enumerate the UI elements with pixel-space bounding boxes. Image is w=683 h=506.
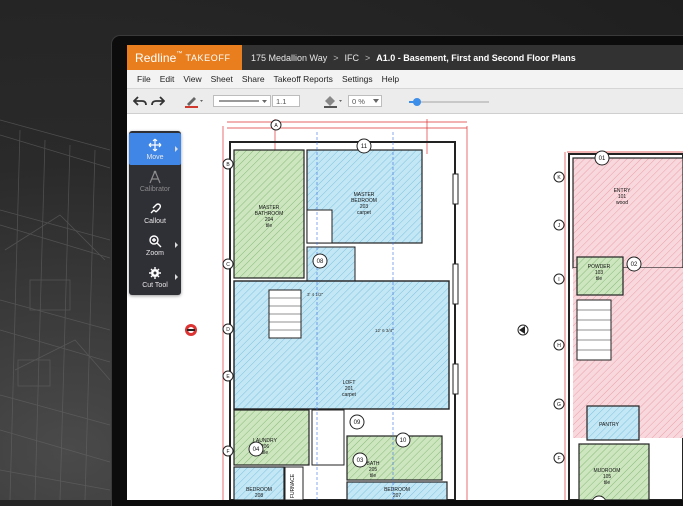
menu-takeoff-reports[interactable]: Takeoff Reports bbox=[274, 74, 333, 84]
pen-color-picker[interactable] bbox=[184, 94, 206, 108]
grid-bubble: G bbox=[557, 402, 561, 408]
room-tag: 09 bbox=[354, 420, 361, 426]
breadcrumb-separator: > bbox=[364, 52, 371, 63]
grid-bubble: F bbox=[226, 449, 229, 455]
menu-bar: File Edit View Sheet Share Takeoff Repor… bbox=[127, 70, 683, 89]
grid-bubble: C bbox=[226, 262, 230, 268]
room-tag: 03 bbox=[357, 458, 364, 464]
room-finish: carpet bbox=[342, 392, 357, 398]
menu-view[interactable]: View bbox=[183, 74, 201, 84]
menu-share[interactable]: Share bbox=[242, 74, 265, 84]
breadcrumb-sheet[interactable]: A1.0 - Basement, First and Second Floor … bbox=[376, 53, 576, 63]
room-finish: tile bbox=[370, 473, 377, 479]
menu-help[interactable]: Help bbox=[382, 74, 399, 84]
grid-bubble: H bbox=[557, 343, 561, 349]
room-finish: carpet bbox=[357, 210, 372, 216]
room-finish: tile bbox=[604, 480, 611, 486]
move-icon bbox=[148, 138, 162, 152]
room-tag: 01 bbox=[599, 156, 606, 162]
undo-icon[interactable] bbox=[133, 94, 147, 108]
tool-cut[interactable]: Cut Tool bbox=[129, 261, 181, 293]
tool-calibrator[interactable]: Calibrator bbox=[129, 165, 181, 197]
tool-palette: Move Calibrator Callout Zoom Cut Tool bbox=[129, 131, 181, 295]
tool-callout[interactable]: Callout bbox=[129, 197, 181, 229]
app-logo[interactable]: Redline ™ TAKEOFF bbox=[127, 45, 242, 70]
menu-edit[interactable]: Edit bbox=[160, 74, 175, 84]
toolbar: 1.1 0 % bbox=[127, 89, 683, 114]
dim-label: 12' 6 3/4" bbox=[375, 328, 394, 333]
breadcrumb: 175 Medallion Way > IFC > A1.0 - Basemen… bbox=[251, 45, 576, 70]
room-tag: 04 bbox=[253, 447, 260, 453]
section-marker[interactable] bbox=[185, 324, 197, 336]
tool-zoom[interactable]: Zoom bbox=[129, 229, 181, 261]
floor-plan-drawing: 3' 4 1/2" 12' 6 3/4" MASTER BATHROOM 204… bbox=[185, 119, 683, 500]
room-tag: 08 bbox=[317, 259, 324, 265]
callout-icon bbox=[150, 203, 162, 214]
breadcrumb-project[interactable]: 175 Medallion Way bbox=[251, 53, 327, 63]
grid-bubble: I bbox=[558, 277, 559, 283]
line-style-select[interactable] bbox=[213, 95, 271, 107]
room-number: 208 bbox=[255, 493, 264, 499]
drawing-canvas[interactable]: 3' 4 1/2" 12' 6 3/4" MASTER BATHROOM 204… bbox=[127, 114, 683, 500]
room-finish: tile bbox=[596, 276, 603, 282]
grid-bubble: F bbox=[557, 456, 560, 462]
room-finish: tile bbox=[266, 223, 273, 229]
dim-label: 3' 4 1/2" bbox=[307, 292, 324, 297]
room-loft[interactable] bbox=[233, 280, 450, 410]
fill-color-picker[interactable] bbox=[323, 94, 345, 108]
menu-settings[interactable]: Settings bbox=[342, 74, 373, 84]
breadcrumb-set[interactable]: IFC bbox=[344, 53, 359, 63]
title-bar: Redline ™ TAKEOFF 175 Medallion Way > IFC … bbox=[127, 45, 683, 70]
zoom-icon bbox=[149, 235, 162, 248]
room-tag: 02 bbox=[631, 262, 638, 268]
calibrator-icon bbox=[149, 170, 161, 184]
room-tag: 11 bbox=[361, 144, 368, 150]
fill-opacity-field[interactable]: 0 % bbox=[348, 95, 382, 107]
room-label: PANTRY bbox=[599, 422, 619, 428]
tool-move[interactable]: Move bbox=[129, 133, 181, 165]
menu-sheet[interactable]: Sheet bbox=[211, 74, 233, 84]
opacity-slider[interactable] bbox=[409, 98, 489, 106]
grid-bubble: D bbox=[226, 327, 230, 333]
redo-icon[interactable] bbox=[151, 94, 165, 108]
opacity-slider-handle[interactable] bbox=[413, 98, 421, 106]
menu-file[interactable]: File bbox=[137, 74, 151, 84]
room-finish: wood bbox=[616, 200, 628, 206]
line-width-field[interactable]: 1.1 bbox=[272, 95, 300, 107]
room-tag: 10 bbox=[400, 438, 407, 444]
app-window: Redline ™ TAKEOFF 175 Medallion Way > IFC … bbox=[127, 45, 683, 500]
room-number: 207 bbox=[393, 493, 402, 499]
room-entry[interactable] bbox=[572, 157, 683, 269]
breadcrumb-separator: > bbox=[333, 52, 339, 63]
cut-tool-icon bbox=[149, 267, 161, 279]
room-label: FURNACE bbox=[290, 473, 296, 498]
section-marker[interactable] bbox=[517, 324, 529, 336]
